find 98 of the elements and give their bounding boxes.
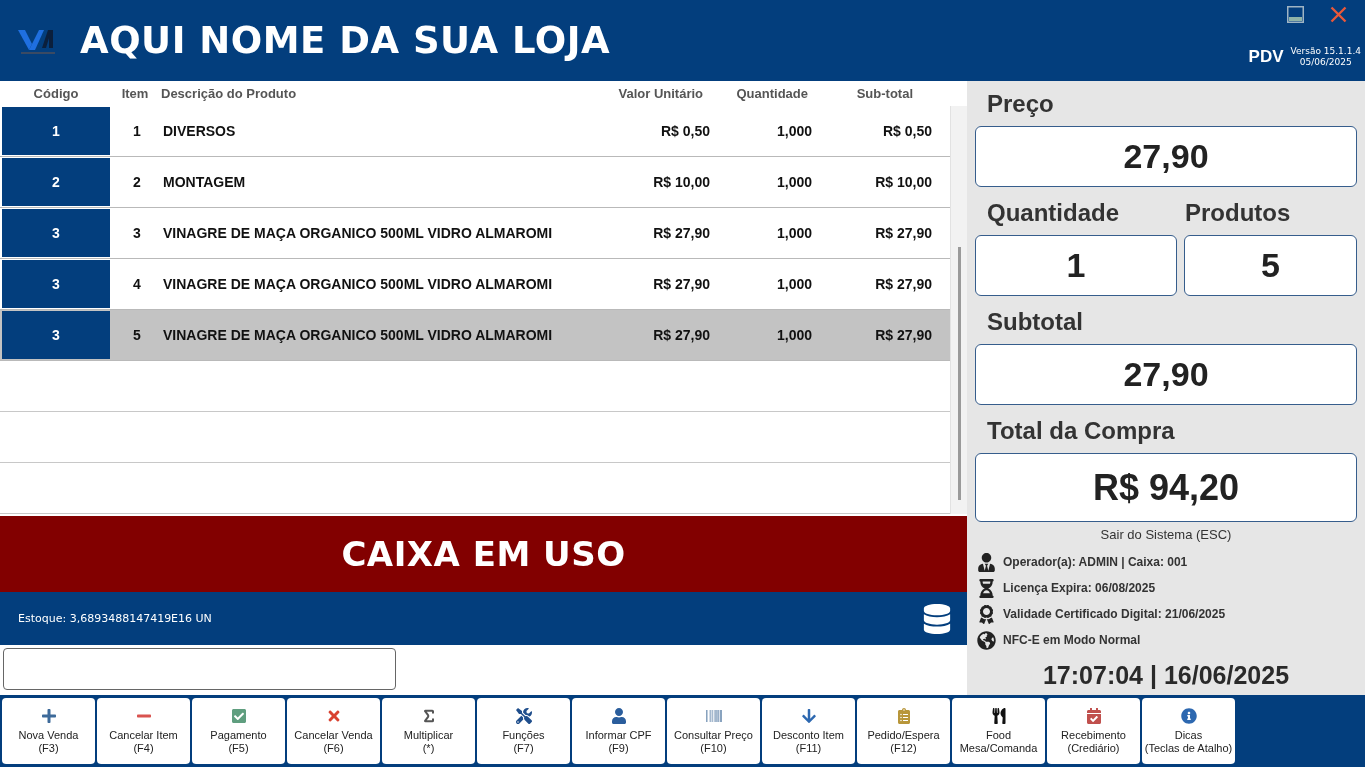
table-cell-text: R$ 27,90	[652, 275, 710, 294]
clipboard-icon	[895, 708, 912, 724]
column-header: Item	[120, 86, 150, 101]
input-field[interactable]	[3, 648, 396, 690]
table-cell-text: R$ 0,50	[881, 122, 932, 141]
toolbar-button[interactable]: Consultar Preço (F10)	[667, 698, 760, 764]
table-cell-text: VINAGRE DE MAÇA ORGANICO 500ML VIDRO ALMAROMI	[162, 326, 554, 345]
table-cell-text: R$ 10,00	[652, 173, 710, 192]
close-icon	[1330, 6, 1347, 23]
checkbox-icon	[230, 708, 247, 724]
table-cell-text: 3	[132, 224, 142, 243]
price-display: 27,90	[975, 126, 1357, 187]
table-cell-text: 4	[132, 275, 142, 294]
clock-text: 17:07:04 | 16/06/2025	[1042, 660, 1290, 690]
info-text: Operador(a): ADMIN | Caixa: 001	[1003, 555, 1188, 569]
table-cell-text: 1,000	[775, 275, 812, 294]
toolbar-button[interactable]: Multiplicar (*)	[382, 698, 475, 764]
table-cell-text: R$ 27,90	[652, 326, 710, 345]
table-cell-text: 1,000	[775, 326, 812, 345]
info-text: NFC-E em Modo Normal	[1003, 633, 1141, 647]
table-cell-text: 1,000	[775, 173, 812, 192]
globe-icon	[977, 630, 996, 650]
toolbar-button[interactable]: Cancelar Item (F4)	[97, 698, 190, 764]
table-cell-text: R$ 0,50	[659, 122, 710, 141]
calendar-icon	[1085, 708, 1102, 724]
column-header: Sub-total	[855, 86, 914, 101]
info-icon	[1180, 708, 1197, 724]
exit-link[interactable]: Sair do Sistema (ESC)	[1100, 527, 1232, 543]
table-cell-text: DIVERSOS	[162, 122, 237, 141]
toolbar-button[interactable]: Recebimento (Crediário)	[1047, 698, 1140, 764]
medal-icon	[977, 604, 996, 624]
table-cell-text: R$ 10,00	[874, 173, 932, 192]
code-cell: 3	[2, 260, 110, 308]
code-cell: 3	[2, 209, 110, 257]
toolbar-button[interactable]: Nova Venda (F3)	[2, 698, 95, 764]
toolbar-button[interactable]: Informar CPF (F9)	[572, 698, 665, 764]
table-cell-text: 1,000	[775, 224, 812, 243]
close-button[interactable]	[1330, 6, 1347, 23]
products-label: Produtos	[1185, 198, 1292, 228]
version-date: 05/06/2025	[1299, 57, 1352, 68]
toolbar-button[interactable]: Cancelar Venda (F6)	[287, 698, 380, 764]
table-cell-text: R$ 27,90	[874, 275, 932, 294]
hourglass-icon	[977, 578, 996, 598]
toolbar-button[interactable]: Pedido/Espera (F12)	[857, 698, 950, 764]
toolbar-button[interactable]: Funções (F7)	[477, 698, 570, 764]
info-text: Licença Expira: 06/08/2025	[1003, 581, 1156, 595]
table-row[interactable]: 3 4 VINAGRE DE MAÇA ORGANICO 500ML VIDRO ALMAROMI R$ 27,90 1,000 R$ 27,90	[0, 259, 950, 310]
toolbar-button[interactable]: Dicas (Teclas de Atalho)	[1142, 698, 1235, 764]
subtotal-display: 27,90	[975, 344, 1357, 405]
quantity-display: 1	[975, 235, 1177, 296]
logo-icon	[18, 27, 58, 54]
total-display: R$ 94,20	[975, 453, 1357, 522]
table-cell-text: R$ 27,90	[874, 224, 932, 243]
user-icon	[977, 552, 996, 572]
table-cell-text: 2	[132, 173, 142, 192]
tools-icon	[515, 708, 532, 724]
table-row[interactable]: 3 5 VINAGRE DE MAÇA ORGANICO 500ML VIDRO ALMAROMI R$ 27,90 1,000 R$ 27,90	[0, 310, 950, 361]
utensils-icon	[990, 708, 1007, 724]
arrow-down-icon	[800, 708, 817, 724]
store-name: AQUI NOME DA SUA LOJA	[80, 19, 611, 62]
column-header: Quantidade	[735, 86, 809, 101]
column-header: Valor Unitário	[617, 86, 704, 101]
table-row[interactable]: 3 3 VINAGRE DE MAÇA ORGANICO 500ML VIDRO ALMAROMI R$ 27,90 1,000 R$ 27,90	[0, 208, 950, 259]
barcode-icon	[705, 708, 722, 724]
products-display: 5	[1184, 235, 1357, 296]
table-cell-text: MONTAGEM	[162, 173, 247, 192]
minimize-button[interactable]	[1287, 6, 1304, 23]
table-cell-text: R$ 27,90	[652, 224, 710, 243]
info-text: Validade Certificado Digital: 21/06/2025	[1003, 607, 1226, 621]
column-header: Descrição do Produto	[160, 86, 298, 101]
quantity-label: Quantidade	[987, 198, 1120, 228]
table-row[interactable]: 2 2 MONTAGEM R$ 10,00 1,000 R$ 10,00	[0, 157, 950, 208]
user-icon	[610, 708, 627, 724]
column-header: Código	[32, 86, 80, 101]
code-cell: 1	[2, 107, 110, 155]
subtotal-label: Subtotal	[987, 307, 1084, 337]
scrollbar[interactable]	[950, 106, 967, 514]
toolbar-button[interactable]: Desconto Item (F11)	[762, 698, 855, 764]
table-cell-text: 1	[132, 122, 142, 141]
table-cell-text: VINAGRE DE MAÇA ORGANICO 500ML VIDRO ALMAROMI	[162, 275, 554, 294]
price-label: Preço	[987, 89, 1055, 119]
table-cell-text: R$ 27,90	[874, 326, 932, 345]
database-icon	[922, 603, 952, 634]
table-cell-text: 5	[132, 326, 142, 345]
status-banner: CAIXA EM USO	[0, 516, 967, 592]
app-label: PDV	[1248, 47, 1284, 67]
minimize-icon	[1287, 6, 1304, 23]
toolbar-button[interactable]: Food Mesa/Comanda	[952, 698, 1045, 764]
toolbar-button[interactable]: Pagamento (F5)	[192, 698, 285, 764]
version-text: Versão 15.1.1.4	[1290, 46, 1361, 57]
plus-icon	[40, 708, 57, 724]
total-label: Total da Compra	[987, 416, 1176, 446]
stock-text: Estoque: 3,6893488147419E16 UN	[18, 612, 212, 625]
table-cell-text: VINAGRE DE MAÇA ORGANICO 500ML VIDRO ALMAROMI	[162, 224, 554, 243]
table-row[interactable]: 1 1 DIVERSOS R$ 0,50 1,000 R$ 0,50	[0, 106, 950, 157]
code-cell: 2	[2, 158, 110, 206]
table-cell-text: 1,000	[775, 122, 812, 141]
code-cell: 3	[2, 311, 110, 359]
